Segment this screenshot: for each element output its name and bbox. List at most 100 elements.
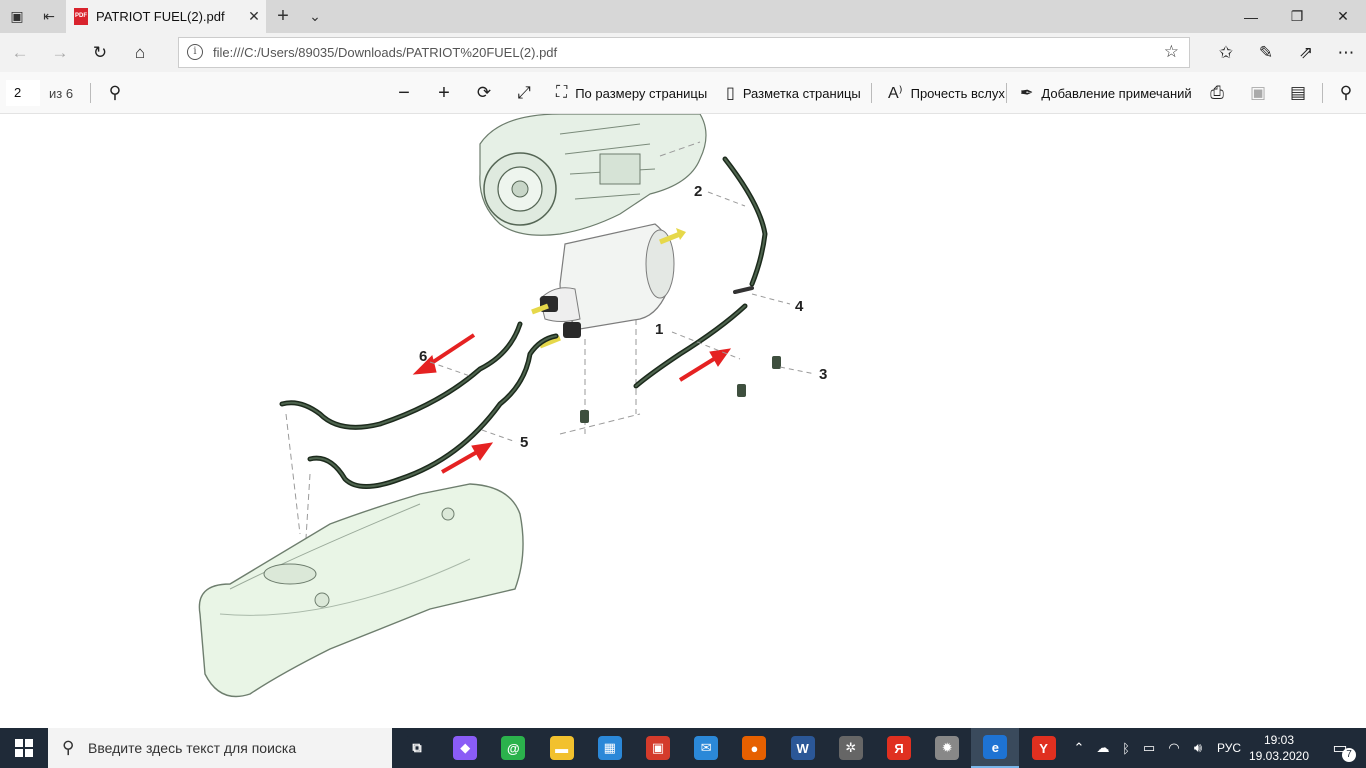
divider — [90, 83, 91, 103]
taskbar-app-edge[interactable]: e — [971, 728, 1020, 768]
info-icon[interactable]: i — [187, 44, 203, 60]
web-notes-icon[interactable]: ✎ — [1246, 33, 1286, 72]
address-bar[interactable]: i file:///C:/Users/89035/Downloads/PATRI… — [178, 37, 1190, 68]
callout-6: 6 — [419, 348, 427, 365]
set-tabs-aside-icon[interactable]: ⇤ — [32, 0, 66, 33]
search-icon: ⚲ — [62, 738, 75, 757]
share-icon[interactable]: ⇗ — [1286, 33, 1326, 72]
mail-icon: ✉ — [694, 736, 719, 760]
yandex-browser-2-icon: Я — [887, 736, 911, 760]
taskbar-search[interactable]: ⚲ Введите здесь текст для поиска — [48, 728, 392, 768]
back-arrow-icon[interactable]: ← — [0, 33, 40, 72]
taskbar-app-store[interactable]: ▦ — [586, 728, 634, 768]
firefox-icon: ● — [742, 736, 767, 760]
taskbar-app-plugin[interactable]: ✹ — [923, 728, 971, 768]
zoom-out-icon[interactable]: − — [386, 72, 422, 114]
wifi-icon[interactable]: ◠ — [1162, 728, 1186, 768]
rotate-icon[interactable]: ⟳ — [466, 72, 502, 114]
bluetooth-icon[interactable]: ᛒ — [1116, 728, 1136, 768]
pen-icon: ✒ — [1020, 85, 1034, 102]
taskbar-app-task-view[interactable]: ⧉ — [393, 728, 441, 768]
agent-icon: @ — [501, 736, 526, 760]
fuel-system-diagram: 1 2 3 4 5 6 — [198, 114, 827, 698]
callout-1: 1 — [655, 321, 663, 338]
save-icon[interactable]: ▣ — [1240, 72, 1276, 114]
navigation-bar: ← → ↻ ⌂ i file:///C:/Users/89035/Downloa… — [0, 33, 1366, 72]
pdf-toolbar: 2 из 6 ⚲ − + ⟳ ⤢ ⛶ По размеру страницы ▯… — [0, 72, 1366, 114]
restore-icon[interactable]: ❐ — [1274, 0, 1320, 33]
fit-page-label: По размеру страницы — [575, 85, 708, 101]
callout-5: 5 — [520, 434, 528, 451]
taskbar-app-firefox[interactable]: ● — [730, 728, 778, 768]
more-menu-icon[interactable]: ⋯ — [1326, 33, 1366, 72]
divider — [1322, 83, 1323, 103]
close-tab-icon[interactable]: ✕ — [242, 8, 266, 25]
action-center-button[interactable]: ▭ 7 — [1320, 728, 1360, 768]
tab-list-chevron-icon[interactable]: ⌄ — [298, 0, 332, 33]
search-icon[interactable]: ⚲ — [97, 72, 133, 114]
tab-pdf[interactable]: PDF PATRIOT FUEL(2).pdf ✕ — [66, 0, 266, 33]
callout-4: 4 — [795, 298, 804, 315]
taskbar-app-yandex-browser[interactable]: Y — [1020, 728, 1068, 768]
word-icon: W — [790, 736, 815, 760]
fuel-tank-illustration — [198, 483, 524, 698]
zoom-in-icon[interactable]: + — [426, 72, 462, 114]
add-notes-button[interactable]: ✒ Добавление примечаний — [1020, 72, 1192, 114]
page-layout-icon: ▯ — [726, 85, 735, 102]
flow-arrows — [412, 333, 732, 474]
fit-to-page-button[interactable]: ⛶ По размеру страницы — [556, 72, 707, 114]
taskbar-app-agent[interactable]: @ — [489, 728, 537, 768]
read-aloud-icon: A⁾ — [888, 85, 903, 102]
divider — [1006, 83, 1007, 103]
refresh-icon[interactable]: ↻ — [80, 33, 120, 72]
page-layout-button[interactable]: ▯ Разметка страницы — [726, 72, 861, 114]
volume-icon[interactable]: 🔊︎ — [1186, 728, 1210, 768]
taskbar-app-video[interactable]: ✲ — [827, 728, 875, 768]
onedrive-icon[interactable]: ☁ — [1092, 728, 1114, 768]
show-hidden-icons-chevron-icon[interactable]: ⌃ — [1068, 728, 1090, 768]
engine-illustration — [479, 114, 707, 236]
taskbar-app-gift[interactable]: ▣ — [634, 728, 682, 768]
fit-page-icon: ⛶ — [556, 84, 568, 101]
task-view-icon: ⧉ — [405, 736, 429, 760]
windows-logo-icon — [15, 739, 33, 757]
store-icon: ▦ — [597, 736, 622, 760]
address-url[interactable]: file:///C:/Users/89035/Downloads/PATRIOT… — [213, 45, 557, 60]
start-button[interactable] — [0, 728, 48, 768]
tab-strip: ▣ ⇤ PDF PATRIOT FUEL(2).pdf ✕ + ⌄ — ❐ ✕ — [0, 0, 1366, 33]
video-icon: ✲ — [838, 736, 863, 760]
clock-date: 19.03.2020 — [1248, 749, 1310, 763]
full-screen-icon[interactable]: ⤢ — [506, 72, 542, 114]
page-number-input[interactable]: 2 — [6, 80, 40, 106]
tab-manager-icon[interactable]: ▣ — [0, 0, 34, 33]
print-icon[interactable]: ⎙ — [1199, 72, 1235, 114]
battery-icon[interactable]: ▭ — [1138, 728, 1160, 768]
file-explorer-icon: ▬ — [549, 736, 574, 760]
favorite-star-icon[interactable]: ☆ — [1164, 42, 1179, 62]
favorites-icon[interactable]: ✩ — [1206, 33, 1246, 72]
taskbar-app-file-explorer[interactable]: ▬ — [538, 728, 586, 768]
close-window-icon[interactable]: ✕ — [1320, 0, 1366, 33]
plugin-icon: ✹ — [935, 736, 960, 760]
taskbar-app-yandex-browser-2[interactable]: Я — [875, 728, 923, 768]
pin-toolbar-icon[interactable]: ⚲ — [1328, 72, 1364, 114]
language-indicator[interactable]: РУС — [1212, 728, 1246, 768]
minimize-icon[interactable]: — — [1228, 0, 1274, 33]
home-icon[interactable]: ⌂ — [120, 33, 160, 72]
search-placeholder: Введите здесь текст для поиска — [88, 740, 297, 756]
forward-arrow-icon[interactable]: → — [40, 33, 80, 72]
taskbar-app-word[interactable]: W — [779, 728, 827, 768]
divider — [871, 83, 872, 103]
clock-time: 19:03 — [1263, 733, 1295, 747]
clips — [580, 356, 781, 423]
clock[interactable]: 19:03 19.03.2020 — [1244, 732, 1314, 764]
taskbar-app-mail[interactable]: ✉ — [682, 728, 730, 768]
new-tab-icon[interactable]: + — [266, 0, 300, 33]
taskbar-app-alice[interactable]: ◆ — [441, 728, 489, 768]
alice-icon: ◆ — [453, 736, 478, 760]
page-layout-label: Разметка страницы — [742, 85, 861, 101]
page-total: из 6 — [49, 86, 74, 101]
read-aloud-button[interactable]: A⁾ Прочесть вслух — [888, 72, 1005, 114]
save-as-icon[interactable]: ▤ — [1280, 72, 1316, 114]
tab-title: PATRIOT FUEL(2).pdf — [96, 9, 225, 24]
